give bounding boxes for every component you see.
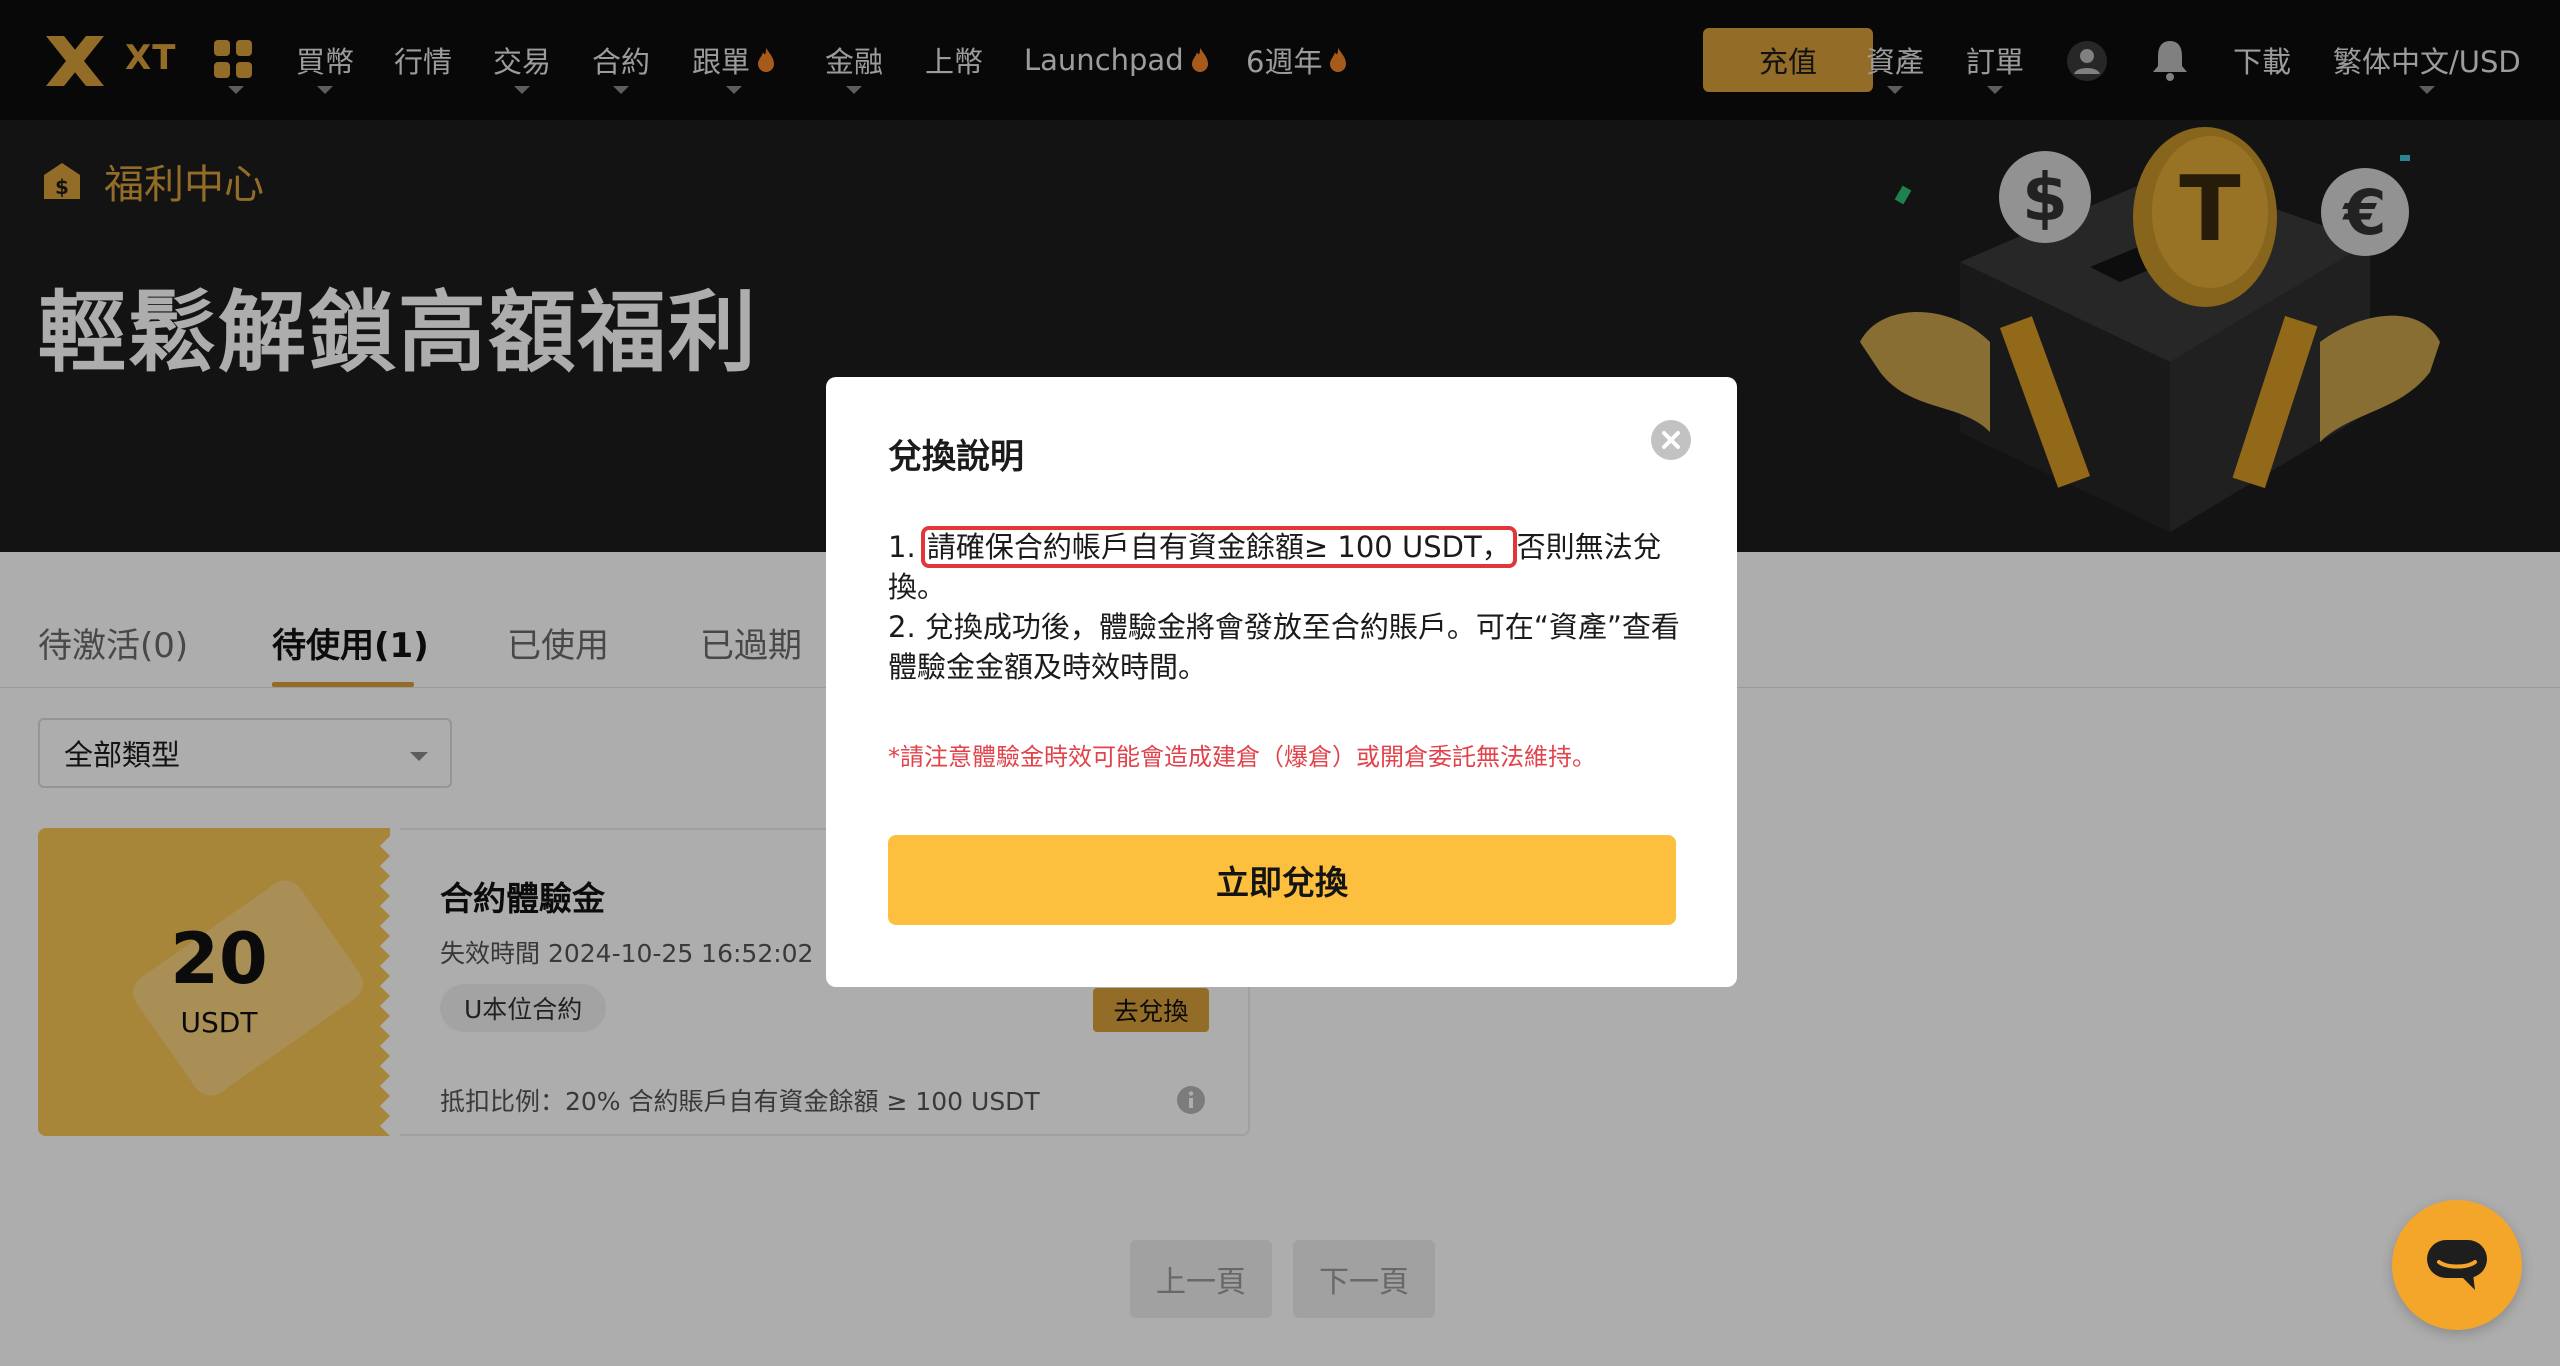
instruction-line-2: 2. 兌換成功後，體驗金將會發放至合約賬戶。可在“資產”查看體驗金金額及時效時間… bbox=[888, 610, 1680, 684]
dialog-title: 兌換說明 bbox=[888, 437, 1024, 477]
support-chat-button[interactable] bbox=[2392, 1200, 2522, 1330]
close-icon[interactable] bbox=[1650, 419, 1692, 461]
instruction-line-1: 1. 請確保合約帳戶自有資金餘額≥ 100 USDT， 否則無法兌換。 bbox=[888, 526, 1688, 607]
highlighted-requirement: 請確保合約帳戶自有資金餘額≥ 100 USDT， bbox=[920, 526, 1517, 568]
redeem-now-button[interactable]: 立即兌換 bbox=[888, 835, 1676, 925]
dialog-warning: *請注意體驗金時效可能會造成建倉（爆倉）或開倉委託無法維持。 bbox=[888, 743, 1596, 771]
redeem-instructions-dialog: 兌換說明 1. 請確保合約帳戶自有資金餘額≥ 100 USDT， 否則無法兌換。 … bbox=[826, 377, 1737, 987]
chat-bubble-icon bbox=[2427, 1240, 2487, 1290]
dialog-body: 1. 請確保合約帳戶自有資金餘額≥ 100 USDT， 否則無法兌換。 2. 兌換… bbox=[888, 526, 1688, 687]
